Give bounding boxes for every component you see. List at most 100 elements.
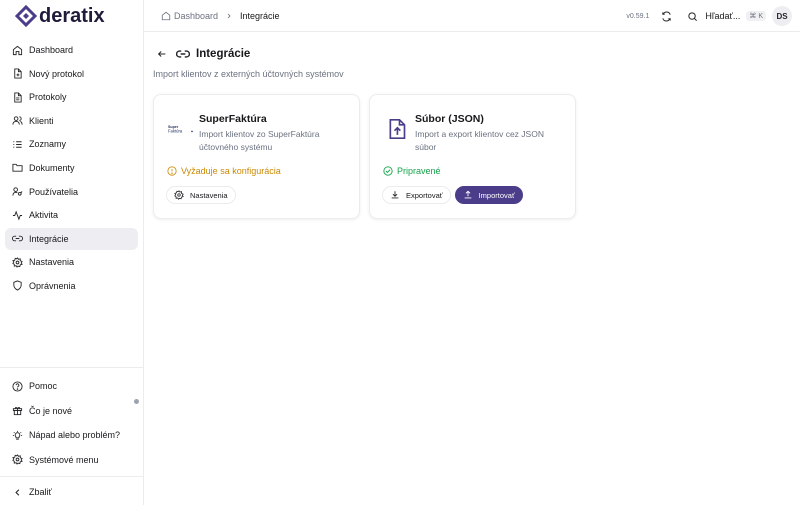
search-icon bbox=[687, 11, 698, 22]
page-subtitle: Import klientov z externých účtovných sy… bbox=[153, 69, 344, 79]
sidebar-item-label: Dashboard bbox=[29, 45, 74, 55]
upload-icon bbox=[463, 190, 473, 200]
breadcrumb-home[interactable]: Dashboard bbox=[174, 11, 218, 21]
sidebar-item-label: Čo je nové bbox=[29, 405, 73, 416]
card-description: Import klientov zo SuperFaktúra účtovnéh… bbox=[199, 129, 320, 152]
card-title: Súbor (JSON) bbox=[415, 113, 484, 125]
sidebar-item-label: Systémové menu bbox=[29, 454, 99, 465]
svg-text:Faktúra: Faktúra bbox=[168, 129, 183, 134]
sidebar-item-dashboard[interactable]: Dashboard bbox=[5, 39, 138, 61]
card-title: SuperFaktúra bbox=[199, 113, 267, 125]
file-upload-icon bbox=[382, 114, 412, 144]
user-key-icon bbox=[11, 186, 23, 198]
back-arrow-icon[interactable] bbox=[157, 49, 167, 59]
sidebar-item-new-protocol[interactable]: Nový protokol bbox=[5, 63, 138, 85]
card-header: Super Faktúra SuperFaktúra Import klient… bbox=[154, 95, 359, 154]
gear-icon bbox=[11, 256, 23, 268]
link-icon bbox=[176, 47, 190, 61]
search-button[interactable]: Hľadať... ⌘ K bbox=[687, 11, 766, 22]
settings-button[interactable]: Nastavenia bbox=[166, 186, 236, 204]
main: Dashboard Integrácie v0.59.1 Hľadať... ⌘… bbox=[144, 0, 800, 505]
sidebar-item-label: Nový protokol bbox=[29, 68, 85, 79]
sidebar-item-label: Integrácie bbox=[29, 233, 69, 244]
sidebar-item-label: Pomoc bbox=[29, 381, 58, 391]
sidebar-item-clients[interactable]: Klienti bbox=[5, 110, 138, 132]
sidebar-item-label: Klienti bbox=[29, 115, 54, 126]
gear-icon bbox=[11, 454, 23, 466]
gear-icon bbox=[174, 190, 184, 200]
sidebar-item-label: Nápad alebo problém? bbox=[29, 430, 121, 440]
check-circle-icon bbox=[383, 166, 393, 176]
status-text: Vyžaduje sa konfigurácia bbox=[181, 166, 281, 176]
sidebar-nav: Dashboard Nový protokol Protokoly Klient… bbox=[0, 32, 143, 299]
breadcrumb: Dashboard Integrácie bbox=[161, 11, 280, 21]
card-text: Súbor (JSON) Import a export klientov ce… bbox=[415, 112, 555, 154]
sidebar-item-system-menu[interactable]: Systémové menu bbox=[5, 449, 138, 471]
home-icon bbox=[11, 44, 23, 56]
app-root: deratix Dashboard Nový protokol Protokol… bbox=[0, 0, 800, 505]
breadcrumb-current: Integrácie bbox=[240, 10, 280, 21]
integration-cards: Super Faktúra SuperFaktúra Import klient… bbox=[153, 94, 800, 219]
sidebar-item-permissions[interactable]: Oprávnenia bbox=[5, 275, 138, 297]
sidebar-item-settings[interactable]: Nastavenia bbox=[5, 251, 138, 273]
download-icon bbox=[390, 190, 400, 200]
lightbulb-icon bbox=[11, 429, 23, 441]
users-icon bbox=[11, 115, 23, 127]
sidebar-item-label: Používatelia bbox=[29, 186, 79, 197]
sidebar: deratix Dashboard Nový protokol Protokol… bbox=[0, 0, 144, 505]
sidebar-item-feedback[interactable]: Nápad alebo problém? bbox=[5, 424, 138, 446]
deratix-logo: deratix bbox=[15, 5, 105, 27]
sidebar-item-help[interactable]: Pomoc bbox=[5, 375, 138, 397]
page-content: Integrácie Import klientov z externých ú… bbox=[144, 32, 800, 219]
search-label: Hľadať... bbox=[705, 11, 741, 21]
settings-button-label: Nastavenia bbox=[190, 190, 228, 200]
card-header: Súbor (JSON) Import a export klientov ce… bbox=[370, 95, 575, 154]
integration-card-json: Súbor (JSON) Import a export klientov ce… bbox=[369, 94, 576, 219]
sidebar-collapse: Zbaliť bbox=[0, 476, 143, 505]
activity-icon bbox=[11, 209, 23, 221]
export-button[interactable]: Exportovať bbox=[382, 186, 451, 204]
folder-icon bbox=[11, 162, 23, 174]
sidebar-item-label: Nastavenia bbox=[29, 257, 75, 268]
sidebar-item-integrations[interactable]: Integrácie bbox=[5, 227, 138, 250]
warning-circle-icon bbox=[167, 166, 177, 176]
sidebar-item-documents[interactable]: Dokumenty bbox=[5, 157, 138, 179]
card-actions: Exportovať Importovať bbox=[382, 186, 527, 204]
sidebar-item-label: Oprávnenia bbox=[29, 280, 76, 291]
collapse-button[interactable]: Zbaliť bbox=[5, 481, 138, 503]
status-badge: Vyžaduje sa konfigurácia bbox=[167, 166, 281, 176]
search-shortcut: ⌘ K bbox=[746, 11, 766, 21]
list-icon bbox=[11, 138, 23, 150]
file-plus-icon bbox=[11, 68, 23, 80]
sidebar-item-protocols[interactable]: Protokoly bbox=[5, 86, 138, 108]
file-text-icon bbox=[11, 91, 23, 103]
gift-icon bbox=[11, 405, 23, 417]
refresh-icon[interactable] bbox=[659, 9, 673, 23]
home-icon bbox=[161, 11, 171, 21]
page-title: Integrácie bbox=[196, 48, 251, 60]
sidebar-bottom: Pomoc Čo je nové Nápad alebo problém? Sy… bbox=[0, 367, 143, 473]
version-label: v0.59.1 bbox=[626, 12, 650, 20]
sidebar-item-lists[interactable]: Zoznamy bbox=[5, 133, 138, 155]
card-description: Import a export klientov cez JSON súbor bbox=[415, 129, 544, 152]
chevron-right-icon bbox=[225, 12, 233, 20]
integration-card-superfaktura: Super Faktúra SuperFaktúra Import klient… bbox=[153, 94, 360, 219]
status-badge: Pripravené bbox=[383, 166, 441, 176]
help-icon bbox=[11, 380, 23, 392]
card-text: SuperFaktúra Import klientov zo SuperFak… bbox=[199, 112, 339, 154]
avatar[interactable]: DS bbox=[772, 6, 792, 26]
sidebar-item-label: Aktivita bbox=[29, 210, 59, 221]
logo[interactable]: deratix bbox=[0, 0, 143, 32]
status-text: Pripravené bbox=[397, 166, 441, 176]
link-icon bbox=[11, 233, 23, 245]
logo-wordmark: deratix bbox=[39, 5, 105, 27]
superfaktura-logo: Super Faktúra bbox=[166, 114, 196, 144]
sidebar-item-label: Zoznamy bbox=[29, 139, 67, 150]
page-header: Integrácie bbox=[153, 46, 800, 62]
sidebar-item-whats-new[interactable]: Čo je nové bbox=[5, 400, 138, 422]
export-button-label: Exportovať bbox=[406, 190, 443, 200]
import-button[interactable]: Importovať bbox=[454, 186, 523, 204]
sidebar-item-activity[interactable]: Aktivita bbox=[5, 204, 138, 226]
sidebar-item-users[interactable]: Používatelia bbox=[5, 181, 138, 203]
card-actions: Nastavenia bbox=[166, 186, 240, 204]
